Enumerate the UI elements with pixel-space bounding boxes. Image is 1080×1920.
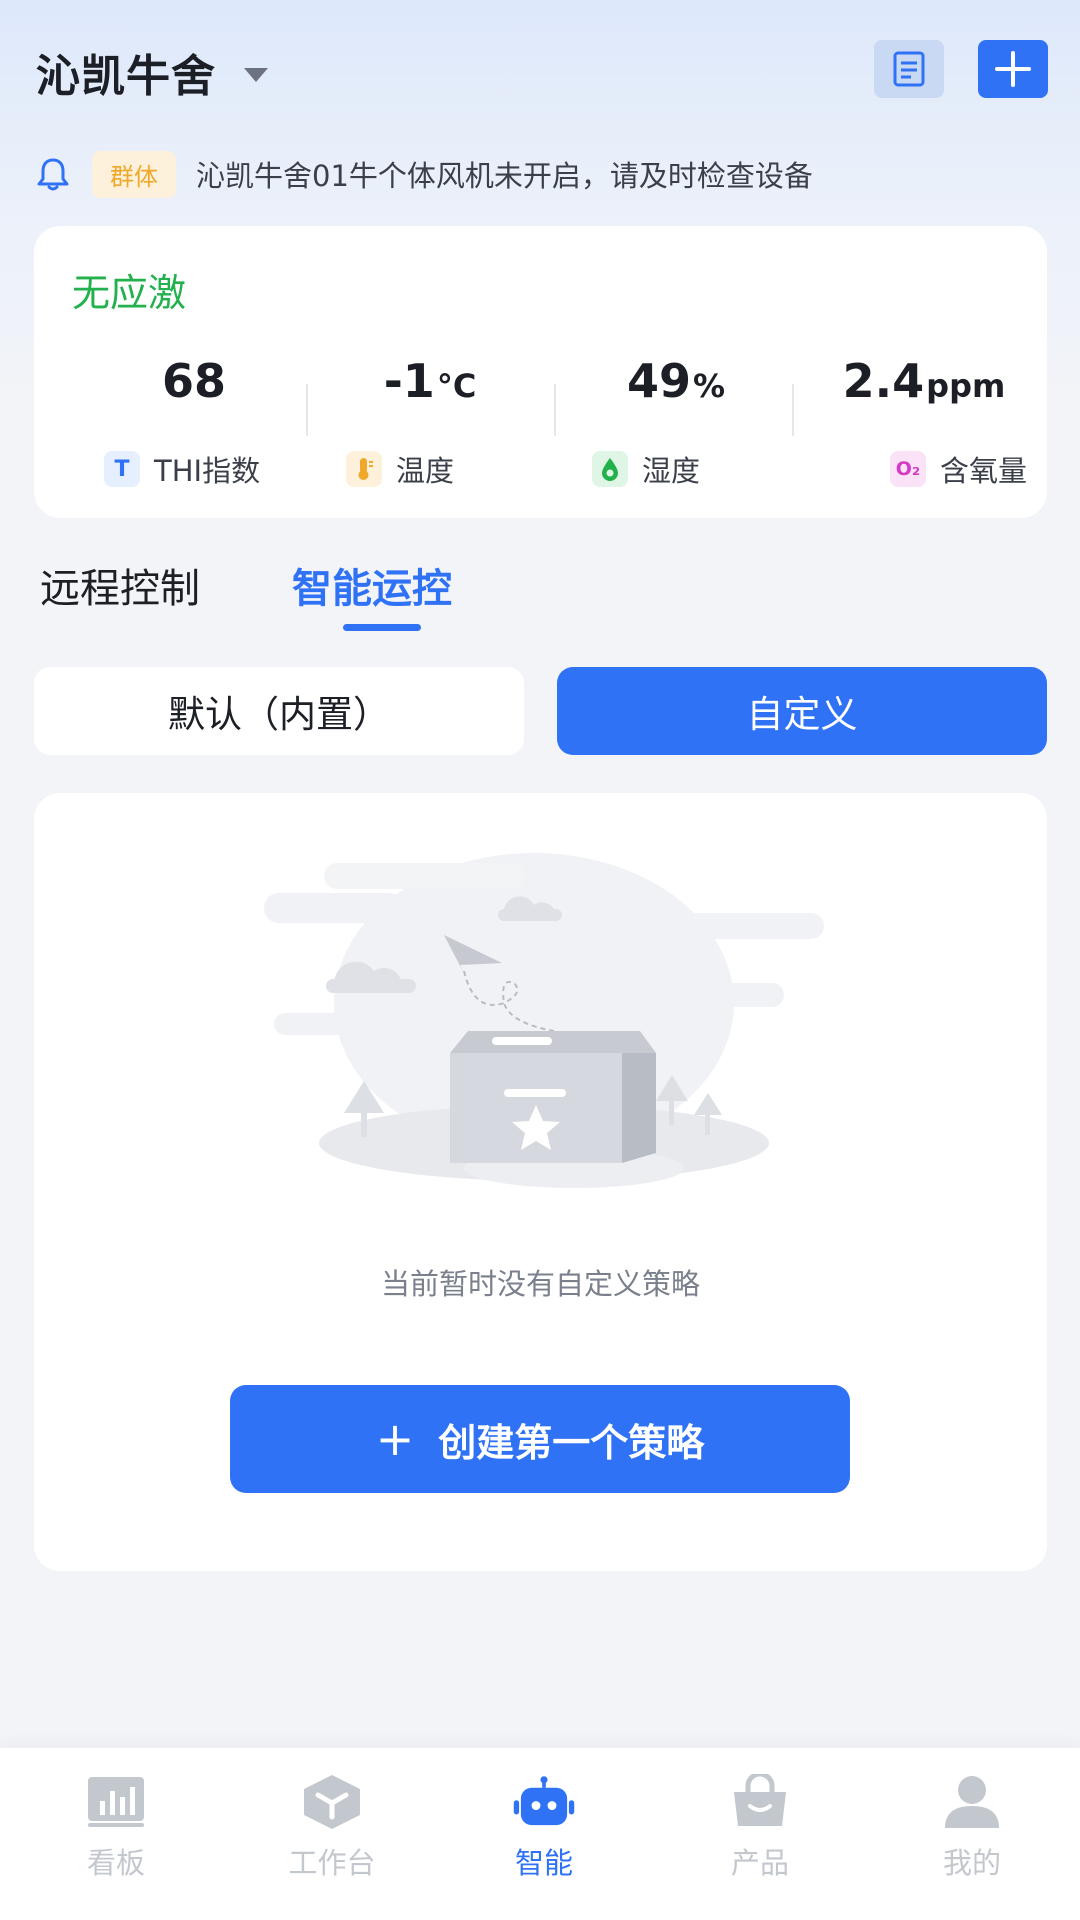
environment-stats-card: 无应激 68 T THI指数 -1 °C 温度 49 % 湿度 2.4 ppm … (34, 226, 1047, 518)
plus-icon (995, 51, 1031, 87)
bell-icon (37, 158, 69, 191)
stat-thi: 68 T THI指数 (74, 354, 314, 488)
add-button[interactable] (978, 40, 1048, 98)
alert-notice[interactable]: 群体 沁凯牛舍01牛个体风机未开启，请及时检查设备 (36, 150, 1046, 198)
stat-value: 68 (161, 354, 226, 408)
empty-state-text: 当前暂时没有自定义策略 (380, 1267, 700, 1301)
segment-custom[interactable]: 自定义 (557, 667, 1047, 755)
page-title: 沁凯牛舍 (36, 51, 216, 102)
nav-item-workbench[interactable]: 工作台 (224, 1748, 440, 1920)
empty-box-illustration (264, 853, 824, 1188)
oxygen-icon: O₂ (890, 451, 926, 487)
create-button-label: 创建第一个策略 (438, 1420, 705, 1465)
header: 沁凯牛舍 (0, 0, 1080, 140)
stat-value: 49 (626, 354, 691, 408)
create-first-strategy-button[interactable]: + 创建第一个策略 (230, 1385, 850, 1493)
stat-label: THI指数 (154, 454, 261, 488)
stat-label: 温度 (396, 454, 455, 488)
user-icon (940, 1772, 1004, 1832)
stat-oxygen: 2.4 ppm O₂ 含氧量 (804, 354, 1044, 488)
stress-status: 无应激 (72, 271, 187, 315)
active-tab-indicator (343, 624, 421, 631)
stat-unit: °C (436, 367, 477, 405)
stat-unit: % (692, 367, 726, 405)
robot-icon (512, 1772, 576, 1832)
stat-label: 湿度 (642, 454, 701, 488)
workbench-icon (300, 1772, 364, 1832)
nav-label: 智能 (514, 1846, 573, 1880)
divider (306, 384, 308, 436)
nav-label: 产品 (730, 1846, 789, 1880)
nav-label: 看板 (86, 1846, 145, 1880)
nav-item-dashboard[interactable]: 看板 (8, 1748, 224, 1920)
droplet-icon (592, 451, 628, 487)
chevron-down-icon (244, 68, 268, 82)
barn-selector[interactable]: 沁凯牛舍 (36, 40, 268, 104)
segment-default-builtin[interactable]: 默认（内置） (34, 667, 524, 755)
empty-state-card: 当前暂时没有自定义策略 + 创建第一个策略 (34, 793, 1047, 1571)
thi-icon: T (104, 451, 140, 487)
stat-humidity: 49 % 湿度 (556, 354, 796, 488)
notice-text: 沁凯牛舍01牛个体风机未开启，请及时检查设备 (196, 159, 813, 193)
thermometer-icon (346, 451, 382, 487)
stat-value: -1 (383, 354, 435, 408)
document-icon (893, 51, 925, 87)
stat-temperature: -1 °C 温度 (310, 354, 550, 488)
dashboard-icon (84, 1772, 148, 1832)
stat-value: 2.4 (842, 354, 925, 408)
plus-icon: + (375, 1412, 415, 1466)
document-button[interactable] (874, 40, 944, 98)
tab-remote-control[interactable]: 远程控制 (40, 556, 200, 614)
nav-item-profile[interactable]: 我的 (864, 1748, 1080, 1920)
nav-label: 我的 (942, 1846, 1001, 1880)
nav-item-smart[interactable]: 智能 (436, 1748, 652, 1920)
stat-unit: ppm (926, 367, 1006, 405)
shopping-bag-icon (728, 1772, 792, 1832)
nav-label: 工作台 (288, 1846, 376, 1880)
divider (792, 384, 794, 436)
bottom-nav: 看板 工作台 智能 产品 我的 (0, 1748, 1080, 1920)
stat-label: 含氧量 (940, 454, 1028, 488)
nav-item-products[interactable]: 产品 (652, 1748, 868, 1920)
tab-smart-control[interactable]: 智能运控 (292, 556, 452, 614)
group-badge: 群体 (92, 150, 176, 198)
